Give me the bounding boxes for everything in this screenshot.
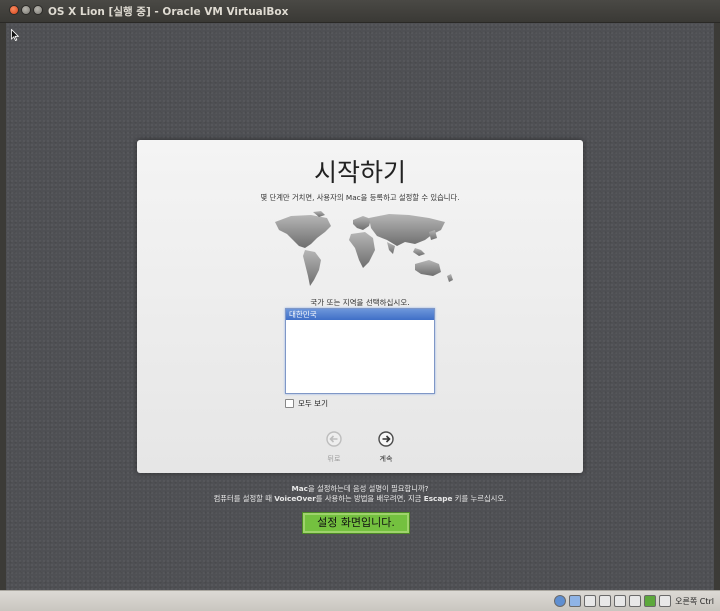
help-escape-bold: Escape xyxy=(423,494,453,503)
continue-label: 계속 xyxy=(379,455,393,463)
maximize-icon xyxy=(34,6,42,14)
back-button[interactable]: 뒤로 xyxy=(314,431,354,464)
region-prompt-label: 국가 또는 지역을 선택하십시오. xyxy=(310,298,410,307)
continue-button[interactable]: 계속 xyxy=(366,431,406,464)
voiceover-help-text: Mac을 설정하는데 음성 설명이 필요합니까? 컴퓨터를 설정할 때 Voic… xyxy=(6,484,714,504)
caption-label: 설정 화면입니다. xyxy=(302,512,410,534)
help-line-1: Mac을 설정하는데 음성 설명이 필요합니까? xyxy=(6,484,714,494)
minimize-window-button[interactable] xyxy=(21,5,31,15)
status-tray: 오른쪽 Ctrl xyxy=(551,595,714,607)
back-arrow-icon xyxy=(326,431,342,447)
close-window-button[interactable] xyxy=(9,5,19,15)
show-all-label: 모두 보기 xyxy=(298,399,328,408)
minimize-icon xyxy=(22,6,30,14)
shared-folders-icon[interactable] xyxy=(614,595,627,607)
help-line-2: 컴퓨터를 설정할 때 VoiceOver를 사용하는 방법을 배우려면, 지금 … xyxy=(6,494,714,504)
vm-status-bar: 오른쪽 Ctrl xyxy=(0,590,720,611)
mouse-integration-icon[interactable] xyxy=(659,595,672,607)
virtualization-icon[interactable] xyxy=(644,595,657,607)
maximize-window-button[interactable] xyxy=(33,5,43,15)
network-icon[interactable] xyxy=(599,595,612,607)
region-list-item-selected[interactable]: 대한민국 xyxy=(286,309,434,320)
close-icon xyxy=(10,6,18,14)
help-mac-bold: Mac xyxy=(291,484,308,493)
help-voiceover-bold: VoiceOver xyxy=(274,494,316,503)
help-line-1-text: 을 설정하는데 음성 설명이 필요합니까? xyxy=(307,484,429,493)
window-titlebar: OS X Lion [실행 중] - Oracle VM VirtualBox xyxy=(0,0,720,23)
forward-arrow-icon xyxy=(378,431,394,447)
show-all-checkbox[interactable] xyxy=(285,399,294,408)
page-title: 시작하기 xyxy=(313,158,406,187)
hard-disk-icon[interactable] xyxy=(554,595,567,607)
back-label: 뒤로 xyxy=(327,455,341,463)
help-line-2-mid: 를 사용하는 방법을 배우려면, 지금 xyxy=(315,494,424,503)
host-key-label: 오른쪽 Ctrl xyxy=(675,596,714,606)
help-line-2-pre: 컴퓨터를 설정할 때 xyxy=(213,494,275,503)
show-all-option[interactable]: 모두 보기 xyxy=(285,398,328,409)
page-subtitle: 몇 단계만 거치면, 사용자의 Mac을 등록하고 설정할 수 있습니다. xyxy=(260,193,460,202)
mouse-cursor-icon xyxy=(11,29,19,41)
window-title: OS X Lion [실행 중] - Oracle VM VirtualBox xyxy=(48,6,289,18)
usb-icon[interactable] xyxy=(584,595,597,607)
optical-drive-icon[interactable] xyxy=(569,595,582,607)
help-line-2-post: 키를 누르십시오. xyxy=(452,494,507,503)
vm-display[interactable]: 시작하기 몇 단계만 거치면, 사용자의 Mac을 등록하고 설정할 수 있습니… xyxy=(6,23,714,590)
world-map-icon xyxy=(275,211,453,286)
display-icon[interactable] xyxy=(629,595,642,607)
region-list[interactable]: 대한민국 xyxy=(285,308,435,394)
setup-assistant-panel: 시작하기 몇 단계만 거치면, 사용자의 Mac을 등록하고 설정할 수 있습니… xyxy=(137,140,583,473)
